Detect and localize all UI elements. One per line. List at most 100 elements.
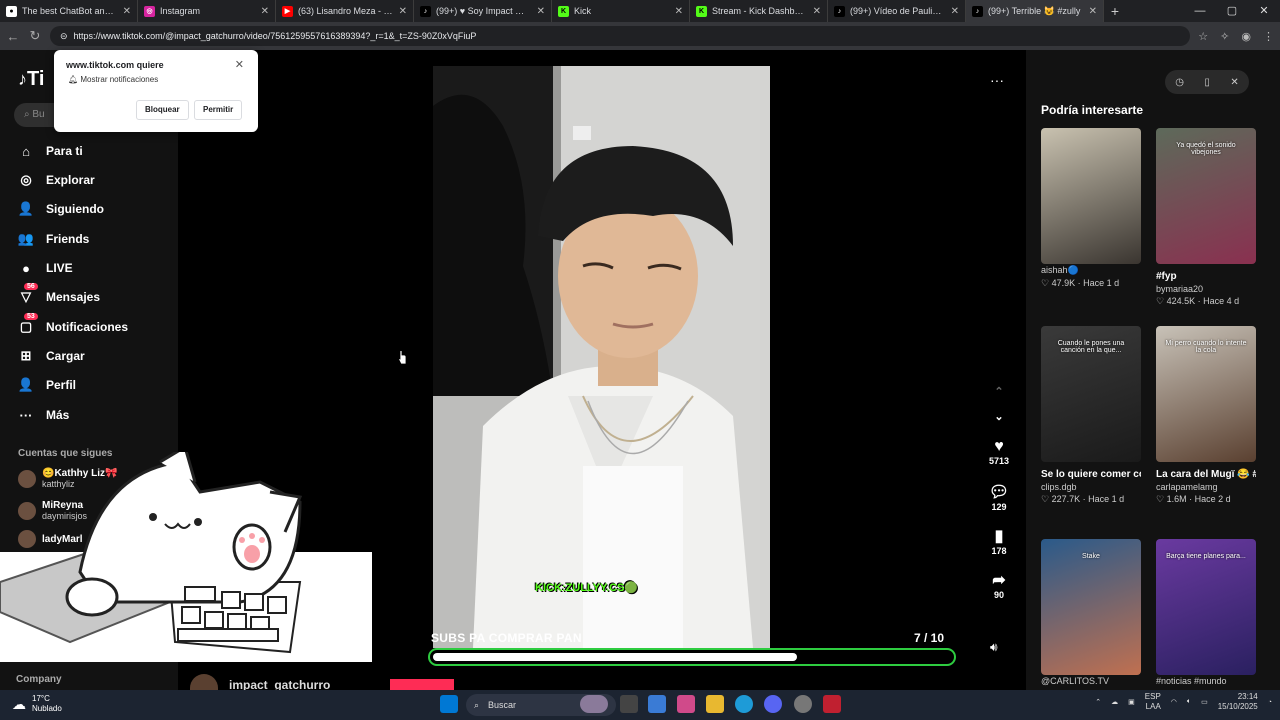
previous-video-button[interactable]: ⌃ [986, 385, 1012, 398]
next-video-button[interactable]: ⌄ [986, 410, 1012, 423]
video-thumbnail[interactable]: Cuando le pones una canción en la que... [1041, 326, 1141, 462]
comment-button[interactable]: 💬︎ 129 [986, 482, 1012, 512]
menu-icon[interactable]: ⋮ [1263, 30, 1274, 43]
browser-tab[interactable]: K Kick ✕ [552, 0, 690, 22]
browser-tab[interactable]: ♪ (99+) ♥ Soy Impact 😊 (@ ✕ [414, 0, 552, 22]
sidebar-item-más[interactable]: ··· Más [18, 404, 70, 426]
follow-button[interactable] [390, 679, 454, 690]
clock-icon[interactable]: ◷ [1175, 77, 1184, 88]
thumbnail-overlay-text: Stake [1082, 553, 1100, 560]
profile-avatar-icon[interactable]: ◉ [1241, 30, 1251, 43]
close-tab-icon[interactable]: ✕ [537, 6, 545, 17]
reload-icon[interactable]: ↻ [28, 28, 42, 44]
recommended-video-card[interactable]: Mi perro cuando lo intente la cola La car… [1156, 326, 1256, 505]
browser-tab[interactable]: ♪ (99+) Vídeo de Paulina Guz ✕ [828, 0, 966, 22]
close-tab-icon[interactable]: ✕ [123, 6, 131, 17]
sidebar-item-friends[interactable]: 👥 Friends [18, 228, 89, 250]
heart-outline-icon: ♡ [1156, 494, 1165, 504]
site-info-icon[interactable]: ⊝ [60, 31, 68, 42]
sidebar-item-live[interactable]: ● LIVE [18, 257, 73, 279]
url-input[interactable]: ⊝ https://www.tiktok.com/@impact_gatchur… [50, 26, 1191, 46]
back-icon[interactable]: ← [6, 29, 20, 44]
goal-label: SUBS PA COMPRAR PAN [431, 631, 582, 645]
device-icon[interactable]: ▯ [1204, 77, 1210, 88]
onedrive-icon[interactable]: ☁ [1111, 698, 1118, 706]
chrome-icon[interactable] [794, 695, 812, 713]
speaker-icon[interactable]: 🔈︎ [1187, 698, 1191, 706]
video-thumbnail[interactable]: Mi perro cuando lo intente la cola [1156, 326, 1256, 462]
sidebar-item-cargar[interactable]: ⊞ Cargar [18, 345, 85, 367]
discord-icon[interactable] [764, 695, 782, 713]
browser-tab[interactable]: ♪ (99+) Terrible 😺 #zully ✕ [966, 0, 1104, 22]
cloud-icon: ☁ [12, 695, 26, 712]
file-explorer-icon[interactable] [706, 695, 724, 713]
app-icon[interactable] [823, 695, 841, 713]
wifi-icon[interactable]: ◠ [1171, 698, 1177, 706]
security-icon[interactable]: ▣ [1128, 698, 1135, 706]
card-caption: Se lo quiere comer con la mirada 😍😍... [1041, 469, 1141, 480]
recommended-video-card[interactable]: Barça tiene planes para... #noticias #mun… [1156, 539, 1256, 686]
block-button[interactable]: Bloquear [136, 100, 189, 120]
widgets-icon[interactable] [580, 695, 608, 713]
maximize-button[interactable]: ▢ [1216, 0, 1248, 22]
store-icon[interactable] [648, 695, 666, 713]
sidebar-item-perfil[interactable]: 👤 Perfil [18, 374, 76, 396]
weather-widget[interactable]: ☁ 17°C Nublado [12, 694, 62, 714]
more-options-icon[interactable]: ··· [990, 72, 1004, 88]
video-thumbnail[interactable] [1041, 128, 1141, 264]
close-icon[interactable]: ✕ [235, 58, 244, 71]
tray-chevron-icon[interactable]: ⌃ [1095, 698, 1101, 706]
close-tab-icon[interactable]: ✕ [813, 6, 821, 17]
clock[interactable]: 23:14 15/10/2025 [1218, 692, 1258, 712]
browser-tab[interactable]: ▶ (63) Lisandro Meza - Sende ✕ [276, 0, 414, 22]
star-icon[interactable]: ☆ [1198, 30, 1208, 43]
close-tab-icon[interactable]: ✕ [261, 6, 269, 17]
edge-icon[interactable] [735, 695, 753, 713]
card-meta: ♡ 227.7K · Hace 1 d [1041, 494, 1125, 504]
close-tab-icon[interactable]: ✕ [399, 6, 407, 17]
browser-tab[interactable]: ◎ Instagram ✕ [138, 0, 276, 22]
sidebar-item-mensajes[interactable]: ▽ 56 Mensajes [18, 283, 100, 308]
close-tab-icon[interactable]: ✕ [675, 6, 683, 17]
minimize-button[interactable]: — [1184, 0, 1216, 22]
sidebar-item-explorar[interactable]: ◎ Explorar [18, 169, 94, 191]
browser-tab[interactable]: ● The best ChatBot and Widg ✕ [0, 0, 138, 22]
sidebar-item-para-ti[interactable]: ⌂ Para ti [18, 140, 83, 162]
task-view-icon[interactable] [620, 695, 638, 713]
card-caption: #fyp [1156, 271, 1177, 282]
sidebar-item-label: Para ti [46, 144, 83, 158]
recommended-video-card[interactable]: Stake @CARLITOS.TV [1041, 539, 1141, 686]
video-thumbnail[interactable]: Barça tiene planes para... [1156, 539, 1256, 675]
volume-icon[interactable]: 🔊︎ [990, 640, 998, 655]
sidebar-item-siguiendo[interactable]: 👤 Siguiendo [18, 198, 104, 220]
tiktok-logo[interactable]: ♪Ti [18, 68, 44, 91]
save-button[interactable]: ▮ 178 [986, 526, 1012, 556]
video-thumbnail[interactable]: Ya quedó el sonido vibejones [1156, 128, 1256, 264]
sidebar-item-notificaciones[interactable]: ▢ 53 Notificaciones [18, 313, 128, 338]
video-thumbnail[interactable]: Stake [1041, 539, 1141, 675]
language-indicator[interactable]: ESP LAA [1145, 692, 1161, 712]
thumbnail-overlay-text: Ya quedó el sonido vibejones [1176, 142, 1236, 156]
close-tab-icon[interactable]: ✕ [951, 6, 959, 17]
card-user: @CARLITOS.TV [1041, 676, 1109, 686]
close-tab-icon[interactable]: ✕ [1089, 6, 1097, 17]
recommended-video-card[interactable]: Ya quedó el sonido vibejones #fyp bymariaa… [1156, 128, 1256, 307]
video-player[interactable] [433, 66, 770, 648]
recommended-video-card[interactable]: Cuando le pones una canción en la que...… [1041, 326, 1141, 505]
close-window-button[interactable]: ✕ [1248, 0, 1280, 22]
new-tab-button[interactable]: + [1104, 3, 1126, 19]
home-icon: ⌂ [22, 143, 30, 159]
copilot-icon[interactable] [677, 695, 695, 713]
goal-progress-fill [433, 653, 797, 661]
recommended-video-card[interactable]: aishah🔵 ♡ 47.9K · Hace 1 d [1041, 128, 1141, 289]
company-link[interactable]: Company [16, 674, 62, 685]
share-button[interactable]: ➦ 90 [986, 570, 1012, 600]
allow-button[interactable]: Permitir [194, 100, 243, 120]
browser-tab[interactable]: K Stream - Kick Dashboard ✕ [690, 0, 828, 22]
like-button[interactable]: ♥ 5713 [986, 438, 1012, 466]
notification-center-icon[interactable]: ◔ [1268, 699, 1272, 706]
windows-start-icon[interactable] [440, 695, 458, 713]
battery-icon[interactable]: ▭ [1201, 698, 1208, 706]
extensions-icon[interactable]: ✧ [1220, 30, 1229, 43]
close-panel-icon[interactable]: ✕ [1230, 77, 1238, 88]
